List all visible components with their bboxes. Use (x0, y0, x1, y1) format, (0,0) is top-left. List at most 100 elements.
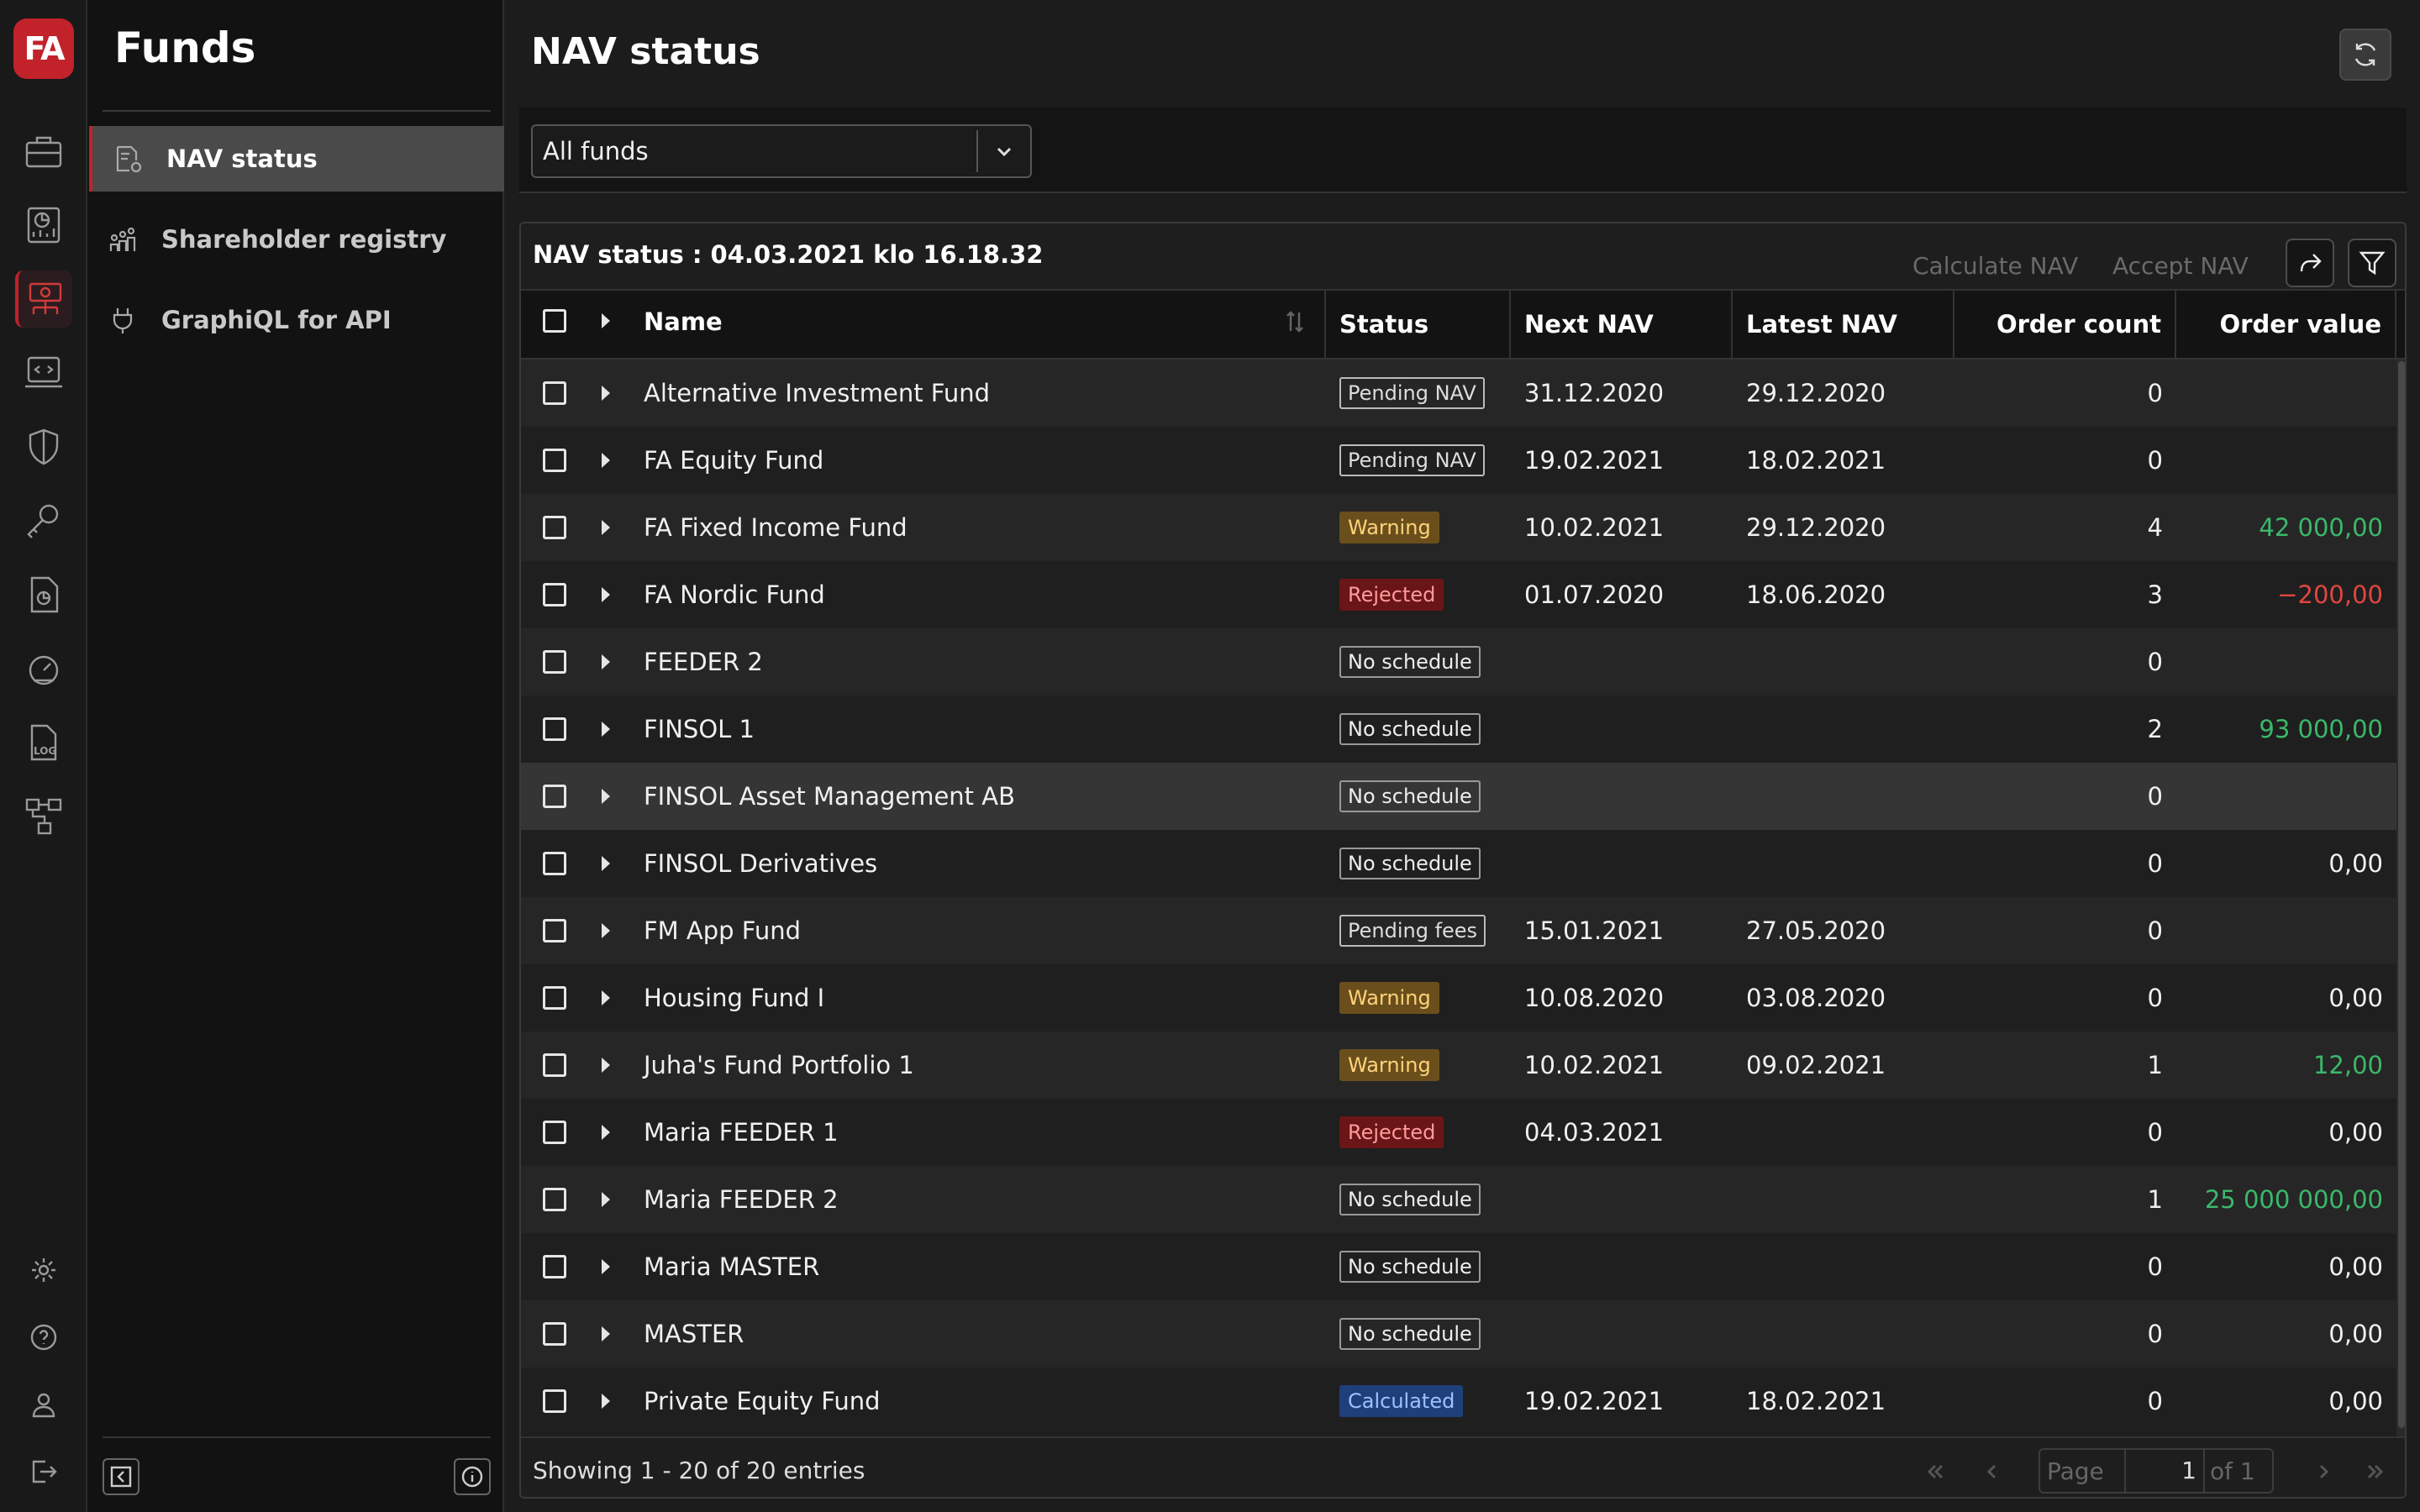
row-checkbox[interactable] (543, 1188, 566, 1211)
funds-icon[interactable] (15, 270, 72, 328)
briefcase-icon[interactable] (15, 123, 72, 180)
column-name[interactable]: Name (623, 291, 1326, 358)
row-expand-toggle[interactable] (602, 1259, 610, 1274)
table-row[interactable]: MASTER No schedule 0 0,00 (521, 1300, 2405, 1368)
row-expand-toggle[interactable] (602, 923, 610, 938)
row-expand-toggle[interactable] (602, 520, 610, 535)
row-checkbox[interactable] (543, 1322, 566, 1346)
table-row[interactable]: FINSOL 1 No schedule 2 93 000,00 (521, 696, 2405, 763)
fund-name[interactable]: Alternative Investment Fund (644, 360, 1316, 427)
row-checkbox[interactable] (543, 1053, 566, 1077)
pie-chart-icon[interactable] (15, 197, 72, 254)
log-icon[interactable]: LOG (15, 714, 72, 771)
fund-name[interactable]: Housing Fund I (644, 964, 1316, 1032)
table-row[interactable]: FINSOL Derivatives No schedule 0 0,00 (521, 830, 2405, 897)
row-checkbox[interactable] (543, 650, 566, 674)
table-row[interactable]: Maria FEEDER 1 Rejected 04.03.2021 0 0,00 (521, 1099, 2405, 1166)
row-expand-toggle[interactable] (602, 453, 610, 468)
fund-name[interactable]: FINSOL 1 (644, 696, 1316, 763)
row-checkbox[interactable] (543, 1121, 566, 1144)
grid-scrollbar[interactable] (2396, 360, 2405, 1436)
code-laptop-icon[interactable] (15, 344, 72, 402)
prev-page-button[interactable] (1970, 1450, 2015, 1494)
fund-name[interactable]: FA Fixed Income Fund (644, 494, 1316, 561)
fa-logo[interactable]: FA (13, 18, 74, 79)
expand-all-toggle[interactable] (602, 313, 610, 328)
logout-icon[interactable] (15, 1443, 72, 1500)
row-checkbox[interactable] (543, 986, 566, 1010)
nav-item-graphiql[interactable]: GraphiQL for API (87, 287, 504, 353)
column-order-value[interactable]: Order value (2176, 291, 2396, 358)
row-expand-toggle[interactable] (602, 1192, 610, 1207)
row-expand-toggle[interactable] (602, 856, 610, 871)
table-row[interactable]: FA Equity Fund Pending NAV 19.02.2021 18.02… (521, 427, 2405, 494)
shield-icon[interactable] (15, 418, 72, 475)
row-expand-toggle[interactable] (602, 654, 610, 669)
export-button[interactable] (2286, 239, 2334, 287)
fund-filter-select[interactable]: All funds (531, 124, 1032, 178)
table-row[interactable]: Private Equity Fund Calculated 19.02.2021 1… (521, 1368, 2405, 1435)
fund-name[interactable]: FEEDER 2 (644, 628, 1316, 696)
settings-icon[interactable] (15, 1242, 72, 1299)
row-checkbox[interactable] (543, 717, 566, 741)
fund-name[interactable]: Maria MASTER (644, 1233, 1316, 1300)
row-expand-toggle[interactable] (602, 1125, 610, 1140)
row-checkbox[interactable] (543, 785, 566, 808)
gauge-icon[interactable] (15, 640, 72, 697)
row-expand-toggle[interactable] (602, 990, 610, 1005)
report-icon[interactable] (15, 566, 72, 623)
filter-button[interactable] (2348, 239, 2396, 287)
table-row[interactable]: Maria FEEDER 2 No schedule 1 25 000 000,00 (521, 1166, 2405, 1233)
next-page-button[interactable] (2301, 1450, 2346, 1494)
row-checkbox[interactable] (543, 449, 566, 472)
scrollbar-thumb[interactable] (2398, 361, 2405, 1428)
sort-icon[interactable] (1284, 309, 1306, 334)
row-checkbox[interactable] (543, 1389, 566, 1413)
column-order-count[interactable]: Order count (1954, 291, 2176, 358)
table-row[interactable]: Juha's Fund Portfolio 1 Warning 10.02.2021… (521, 1032, 2405, 1099)
page-input[interactable]: 1 (2124, 1450, 2205, 1492)
table-row[interactable]: Housing Fund I Warning 10.08.2020 03.08.202… (521, 964, 2405, 1032)
fund-name[interactable]: FA Equity Fund (644, 427, 1316, 494)
user-icon[interactable] (15, 1376, 72, 1433)
dropdown-toggle[interactable] (976, 130, 1030, 172)
table-row[interactable]: Maria MASTER No schedule 0 0,00 (521, 1233, 2405, 1300)
column-latest-nav[interactable]: Latest NAV (1733, 291, 1954, 358)
table-row[interactable]: FM App Fund Pending fees 15.01.2021 27.05.2… (521, 897, 2405, 964)
calculate-nav-button[interactable]: Calculate NAV (1912, 242, 2078, 289)
row-expand-toggle[interactable] (602, 789, 610, 804)
table-row[interactable]: Alternative Investment Fund Pending NAV 31… (521, 360, 2405, 427)
table-row[interactable]: FEEDER 2 No schedule 0 (521, 628, 2405, 696)
first-page-button[interactable] (1912, 1450, 1958, 1494)
workflow-icon[interactable] (15, 788, 72, 845)
table-row[interactable]: FA Nordic Fund Rejected 01.07.2020 18.06.20… (521, 561, 2405, 628)
fund-name[interactable]: Private Equity Fund (644, 1368, 1316, 1435)
row-checkbox[interactable] (543, 583, 566, 606)
table-row[interactable]: FA Fixed Income Fund Warning 10.02.2021 29.… (521, 494, 2405, 561)
nav-item-nav-status[interactable]: NAV status (89, 126, 504, 192)
accept-nav-button[interactable]: Accept NAV (2112, 242, 2249, 289)
row-expand-toggle[interactable] (602, 386, 610, 401)
column-status[interactable]: Status (1326, 291, 1511, 358)
fund-name[interactable]: Maria FEEDER 1 (644, 1099, 1316, 1166)
fund-name[interactable]: FINSOL Asset Management AB (644, 763, 1316, 830)
row-checkbox[interactable] (543, 381, 566, 405)
row-checkbox[interactable] (543, 516, 566, 539)
column-next-nav[interactable]: Next NAV (1511, 291, 1733, 358)
collapse-nav-button[interactable] (103, 1458, 139, 1495)
help-icon[interactable] (15, 1309, 72, 1366)
fund-name[interactable]: FINSOL Derivatives (644, 830, 1316, 897)
refresh-button[interactable] (2339, 29, 2391, 81)
row-expand-toggle[interactable] (602, 1326, 610, 1341)
fund-name[interactable]: FM App Fund (644, 897, 1316, 964)
row-checkbox[interactable] (543, 1255, 566, 1278)
row-checkbox[interactable] (543, 852, 566, 875)
row-checkbox[interactable] (543, 919, 566, 942)
fund-name[interactable]: Maria FEEDER 2 (644, 1166, 1316, 1233)
last-page-button[interactable] (2353, 1450, 2398, 1494)
fund-name[interactable]: FA Nordic Fund (644, 561, 1316, 628)
nav-item-shareholder-registry[interactable]: Shareholder registry (87, 207, 504, 272)
row-expand-toggle[interactable] (602, 587, 610, 602)
table-row[interactable]: FINSOL Asset Management AB No schedule 0 (521, 763, 2405, 830)
key-icon[interactable] (15, 492, 72, 549)
